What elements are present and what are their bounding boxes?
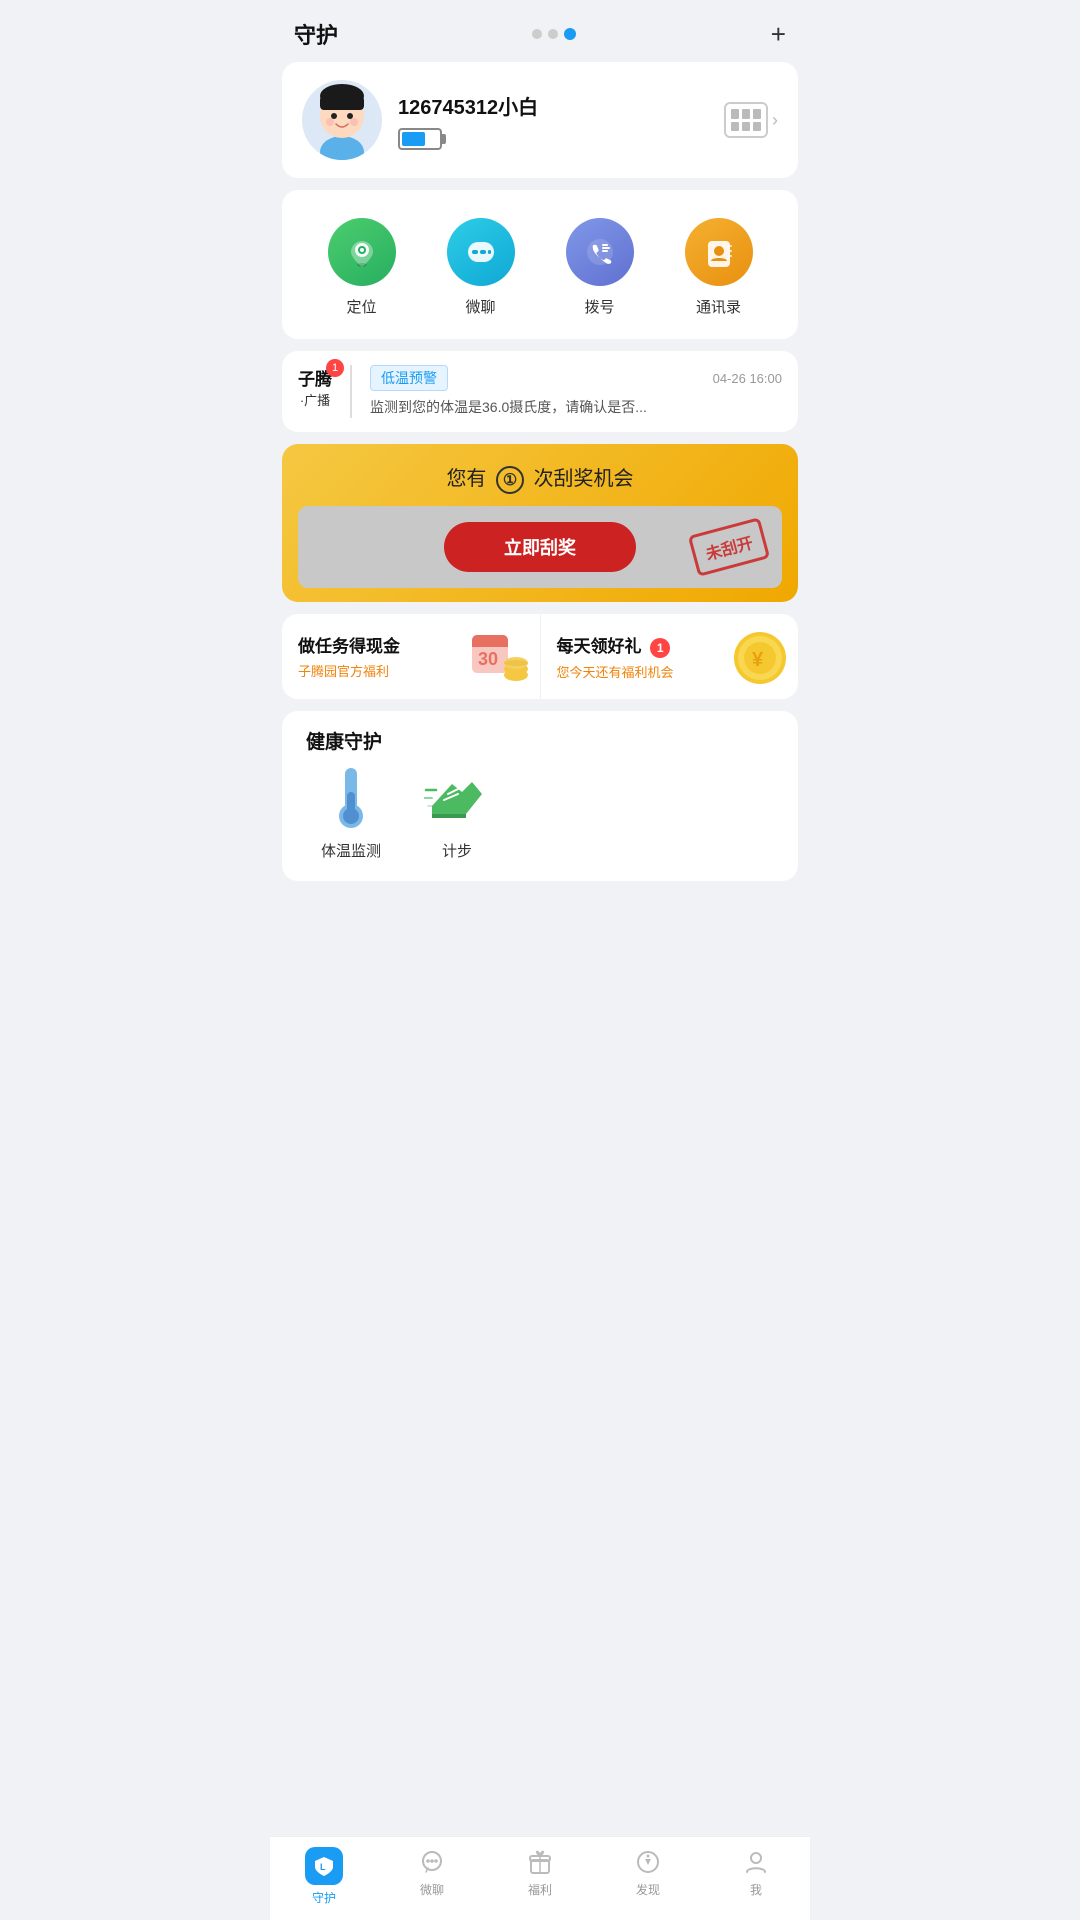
- health-temperature[interactable]: 体温监测: [298, 764, 404, 861]
- nav-item-chat[interactable]: 微聊: [402, 1847, 462, 1906]
- broadcast-content: 低温预警 04-26 16:00 监测到您的体温是36.0摄氏度，请确认是否..…: [370, 365, 782, 418]
- add-button[interactable]: +: [771, 19, 786, 50]
- broadcast-logo-sub: ·广播: [300, 390, 330, 409]
- task-cash-image: 30: [470, 631, 530, 691]
- page-title: 守护: [294, 18, 338, 50]
- feature-location[interactable]: 定位: [328, 218, 396, 317]
- feature-contacts-label: 通讯录: [696, 296, 741, 317]
- gift-nav-icon: [525, 1847, 555, 1877]
- me-nav-icon: [741, 1847, 771, 1877]
- user-action-button[interactable]: ›: [724, 102, 778, 138]
- health-steps[interactable]: 计步: [404, 764, 510, 861]
- task-gift-badge: 1: [650, 638, 670, 658]
- discover-nav-icon: [633, 1847, 663, 1877]
- dot-3: [564, 28, 576, 40]
- broadcast-logo: 子腾 1 ·广播: [298, 365, 332, 409]
- nav-item-gift[interactable]: 福利: [510, 1847, 570, 1906]
- feature-location-label: 定位: [346, 296, 376, 317]
- health-section: 健康守护 体温监测: [282, 711, 798, 881]
- feature-chat[interactable]: 微聊: [447, 218, 515, 317]
- nav-label-chat: 微聊: [420, 1881, 444, 1898]
- health-title: 健康守护: [282, 711, 798, 764]
- nav-item-shield[interactable]: L 守护: [294, 1847, 354, 1906]
- dot-1: [532, 29, 542, 39]
- svg-text:L: L: [320, 1862, 326, 1872]
- feature-dial[interactable]: 拨号: [566, 218, 634, 317]
- user-name: 126745312小白: [398, 91, 708, 120]
- nav-label-discover: 发现: [636, 1881, 660, 1898]
- scratch-count: ①: [496, 466, 524, 494]
- steps-icon: [424, 764, 490, 830]
- divider: [350, 365, 352, 418]
- task-gift[interactable]: 每天领好礼 1 您今天还有福利机会 ¥: [541, 614, 799, 699]
- avatar: [302, 80, 382, 160]
- scratch-button[interactable]: 立即刮奖: [444, 522, 636, 572]
- health-steps-label: 计步: [442, 840, 472, 861]
- shield-icon: L: [305, 1847, 343, 1885]
- tasks-row: 做任务得现金 子腾园官方福利 30 每天领好礼 1: [282, 614, 798, 699]
- scratch-title-prefix: 您有: [446, 468, 486, 490]
- svg-text:¥: ¥: [752, 649, 764, 671]
- user-card: 126745312小白 ›: [282, 62, 798, 178]
- feature-contacts[interactable]: 通讯录: [685, 218, 753, 317]
- scratch-stamp: 未刮开: [688, 517, 770, 577]
- nav-label-me: 我: [750, 1881, 762, 1898]
- scratch-title: 您有 ① 次刮奖机会: [298, 462, 782, 494]
- nav-item-me[interactable]: 我: [726, 1847, 786, 1906]
- task-cash[interactable]: 做任务得现金 子腾园官方福利 30: [282, 614, 541, 699]
- bottom-nav: L 守护 微聊 福利: [270, 1836, 810, 1920]
- nav-label-shield: 守护: [312, 1889, 336, 1906]
- feature-dial-label: 拨号: [584, 296, 614, 317]
- page-dots: [532, 28, 576, 40]
- dot-2: [548, 29, 558, 39]
- health-temperature-label: 体温监测: [321, 840, 381, 861]
- svg-text:30: 30: [478, 649, 498, 669]
- nav-label-gift: 福利: [528, 1881, 552, 1898]
- broadcast-message: 监测到您的体温是36.0摄氏度，请确认是否...: [370, 397, 782, 418]
- feature-grid-card: 定位 微聊: [282, 190, 798, 339]
- broadcast-time: 04-26 16:00: [713, 371, 782, 386]
- scratch-card[interactable]: 您有 ① 次刮奖机会 立即刮奖 未刮开: [282, 444, 798, 602]
- nav-item-discover[interactable]: 发现: [618, 1847, 678, 1906]
- scratch-area[interactable]: 立即刮奖 未刮开: [298, 506, 782, 588]
- header: 守护 +: [270, 0, 810, 62]
- feature-chat-label: 微聊: [465, 296, 495, 317]
- chat-nav-icon: [417, 1847, 447, 1877]
- health-grid: 体温监测: [282, 764, 798, 881]
- thermometer-icon: [318, 764, 384, 830]
- broadcast-tag: 低温预警: [370, 365, 448, 391]
- scratch-title-suffix: 次刮奖机会: [534, 468, 634, 490]
- broadcast-card[interactable]: 子腾 1 ·广播 低温预警 04-26 16:00 监测到您的体温是36.0摄氏…: [282, 351, 798, 432]
- broadcast-badge: 1: [326, 359, 344, 377]
- task-gift-image: ¥: [732, 630, 788, 691]
- battery-indicator: [398, 128, 708, 150]
